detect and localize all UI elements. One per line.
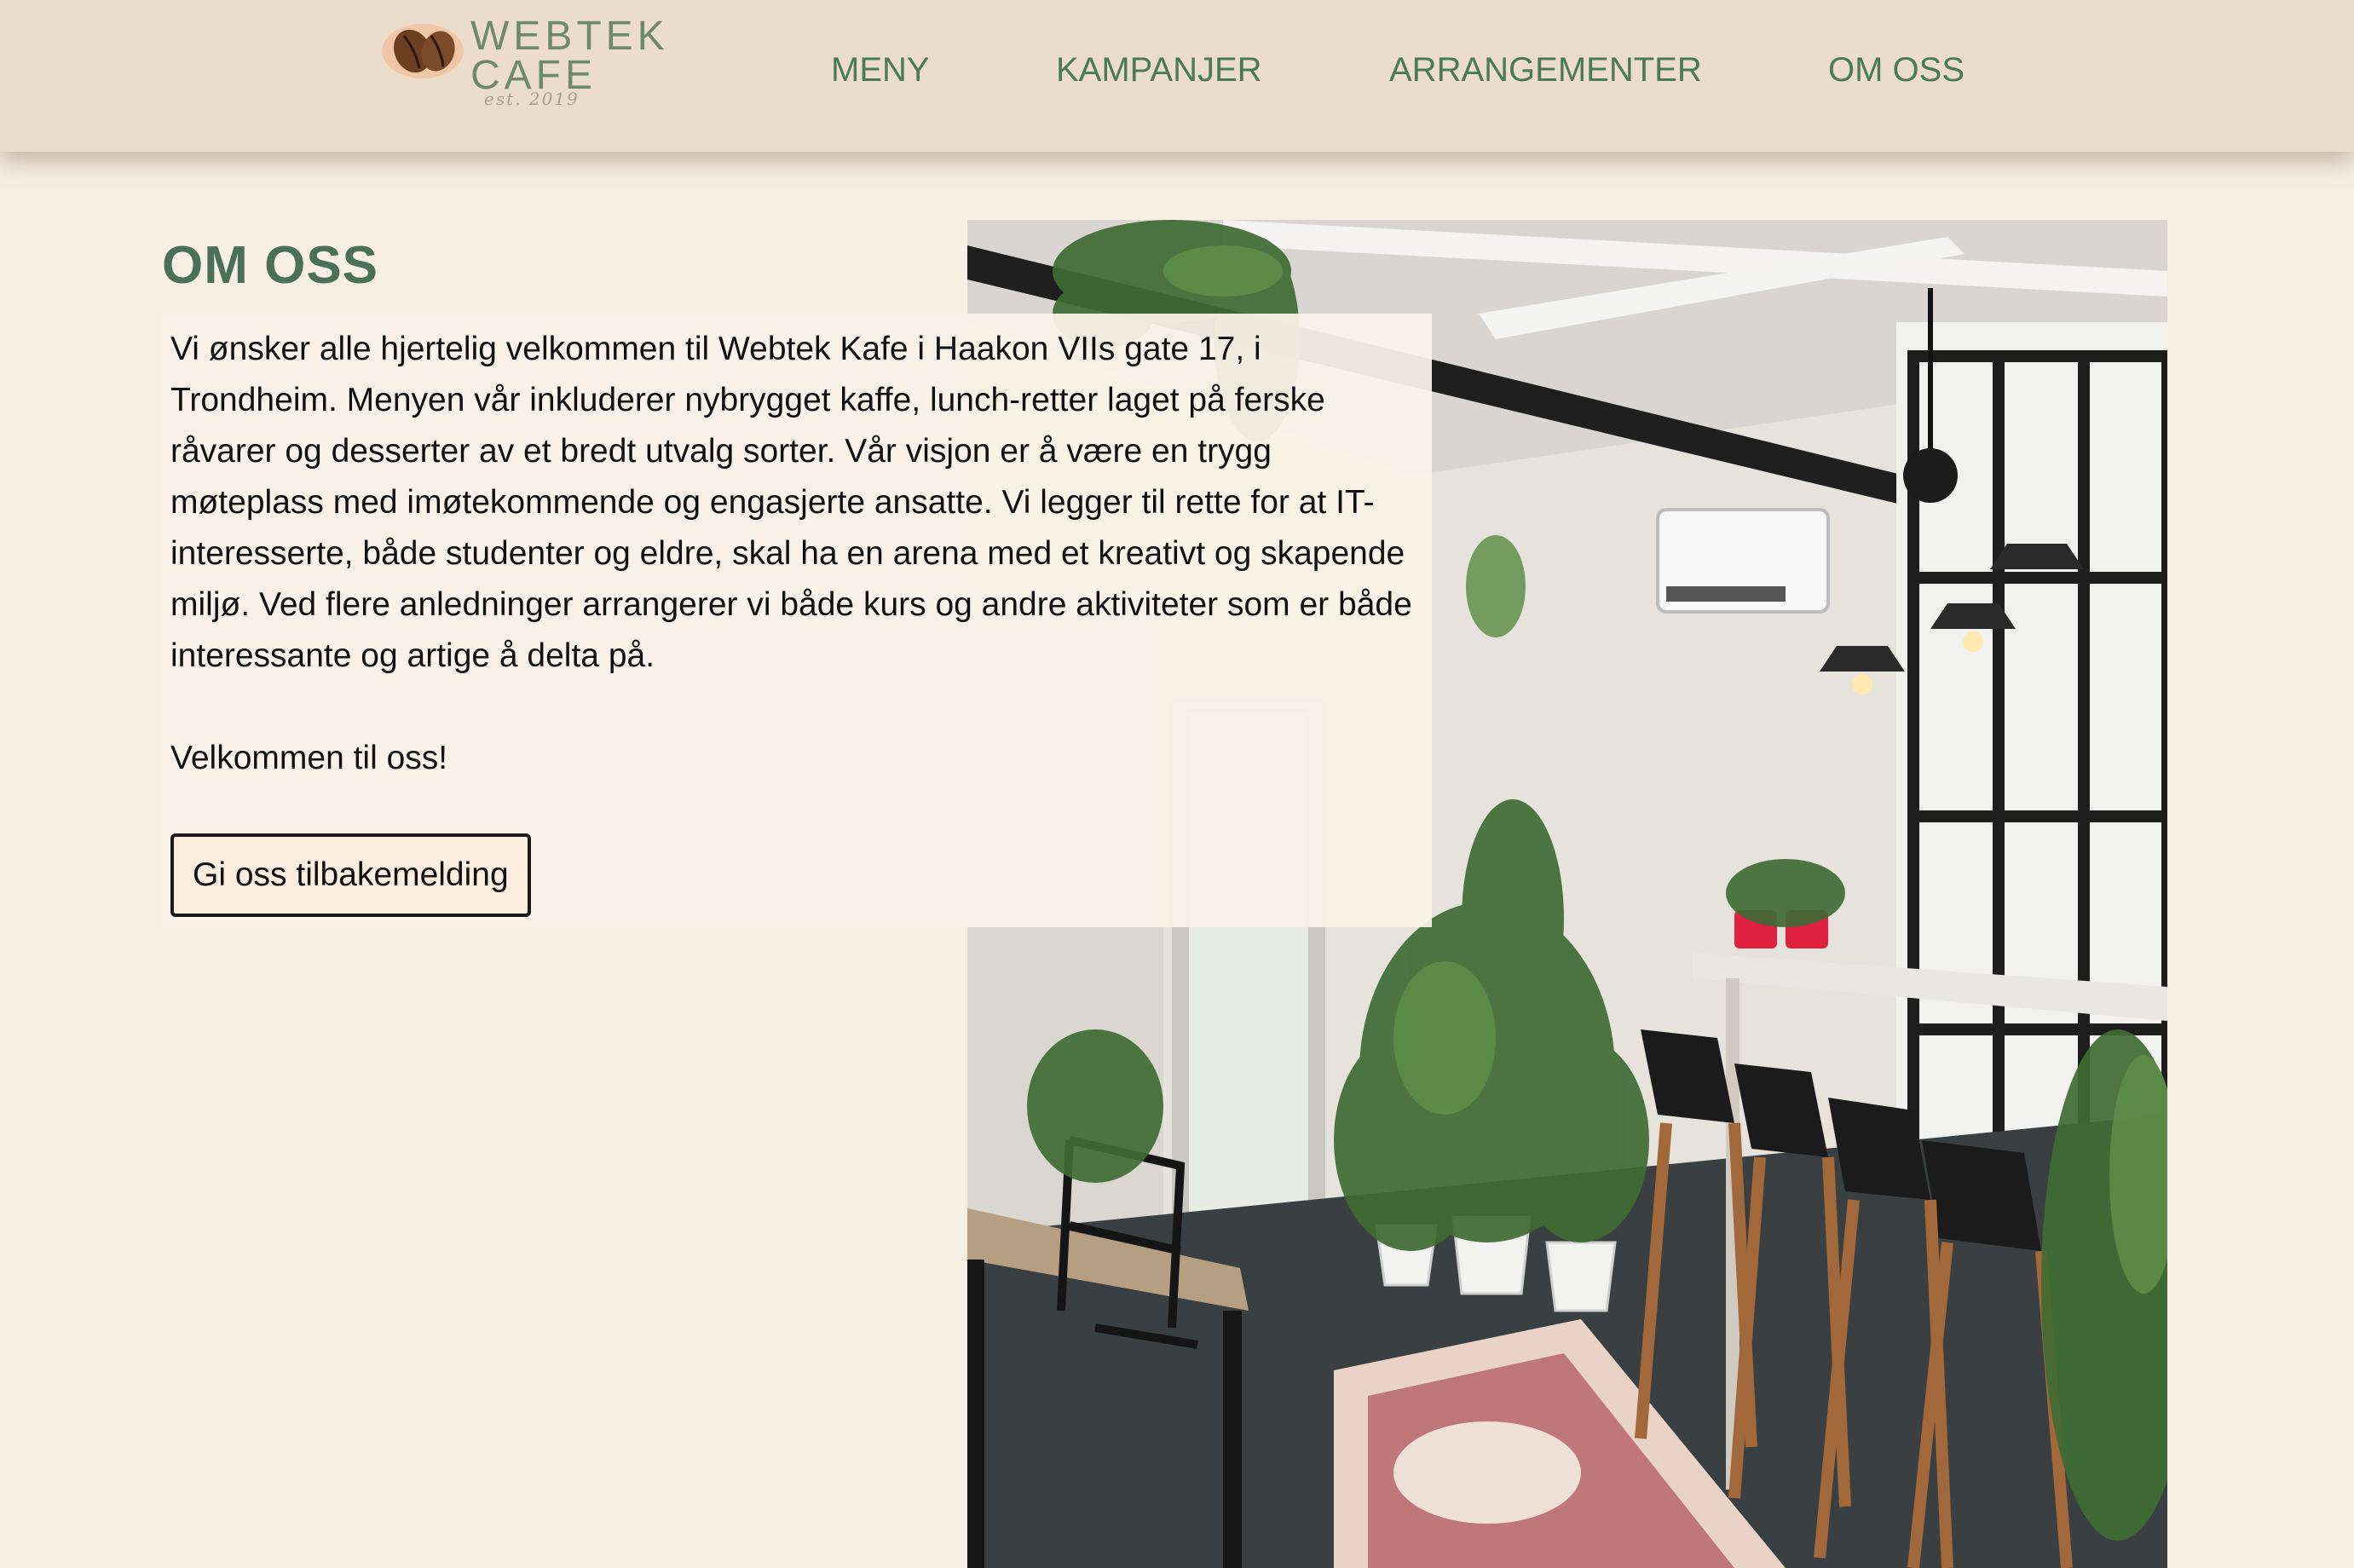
page-title: OM OSS — [162, 236, 379, 295]
nav-item-kampanjer[interactable]: KAMPANJER — [1056, 51, 1262, 89]
about-intro-paragraph: Vi ønsker alle hjertelig velkommen til W… — [170, 331, 1412, 674]
about-text-panel: Vi ønsker alle hjertelig velkommen til W… — [162, 314, 1432, 927]
feedback-button[interactable]: Gi oss tilbakemelding — [170, 833, 531, 917]
nav-item-meny[interactable]: MENY — [831, 51, 930, 89]
nav-item-arrangementer[interactable]: ARRANGEMENTER — [1389, 51, 1702, 89]
site-header: WEBTEK CAFE est. 2019 MENY KAMPANJER ARR… — [0, 0, 2354, 152]
main-nav: MENY KAMPANJER ARRANGEMENTER OM OSS — [0, 51, 2354, 102]
welcome-text: Velkommen til oss! — [170, 740, 448, 776]
nav-item-om-oss[interactable]: OM OSS — [1828, 51, 1965, 89]
